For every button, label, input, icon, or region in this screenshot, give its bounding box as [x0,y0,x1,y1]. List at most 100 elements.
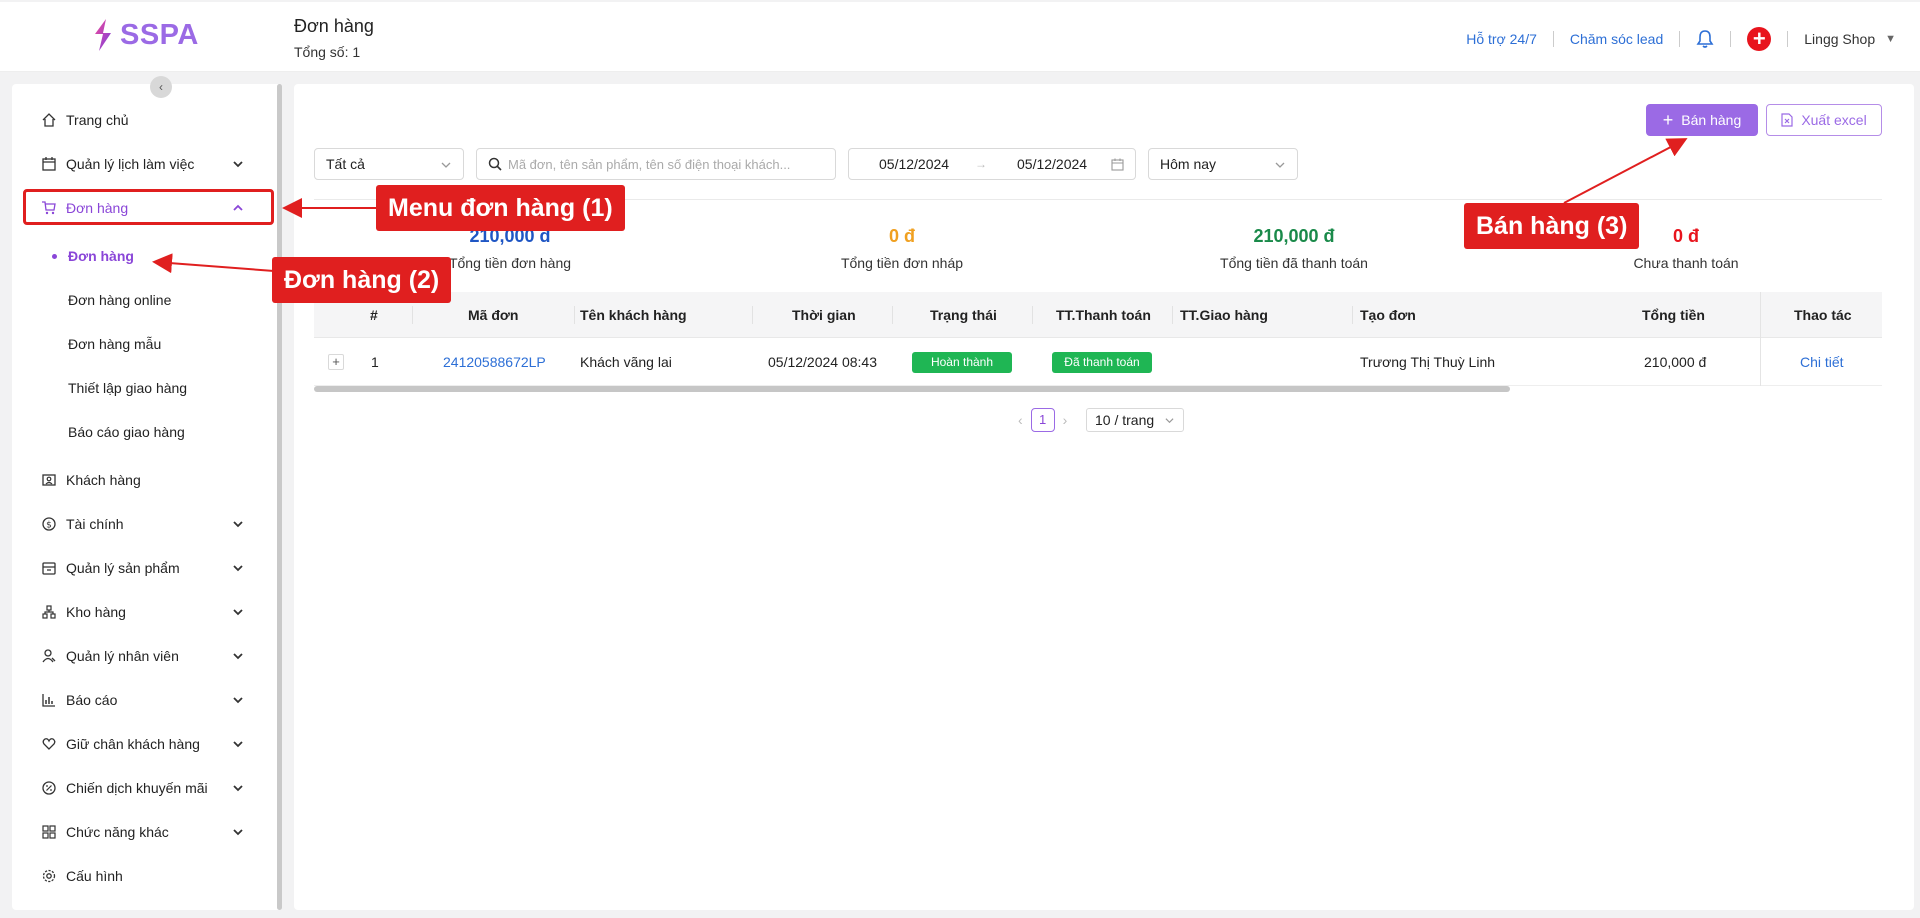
col-total: Tổng tiền [1642,307,1705,323]
sidebar-item-products[interactable]: Quản lý sản phẩm [24,550,264,586]
sub-item-online-orders[interactable]: Đơn hàng online [68,285,171,315]
table-horizontal-scrollbar[interactable] [314,386,1510,392]
sidebar-item-label: Chức năng khác [66,824,169,840]
calendar-icon [1111,158,1124,171]
sidebar-item-label: Quản lý nhân viên [66,648,179,664]
warehouse-icon [42,605,56,619]
export-button-label: Xuất excel [1801,112,1867,128]
top-bar: SSPA Đơn hàng Tổng số: 1 Hỗ trợ 24/7 Chă… [0,2,1920,72]
order-time: 05/12/2024 08:43 [768,354,877,370]
order-total: 210,000 đ [1644,354,1707,370]
stat-paid-total: 210,000 đ Tổng tiền đã thanh toán [1104,226,1484,271]
sidebar-item-finance[interactable]: $ Tài chính [24,506,264,542]
divider [1787,31,1789,47]
quick-add-button[interactable]: + [1747,27,1772,51]
sidebar-item-promotions[interactable]: Chiến dịch khuyến mãi [24,770,264,806]
stat-label: Tổng tiền đã thanh toán [1220,255,1368,271]
date-from[interactable]: 05/12/2024 [879,156,949,172]
sidebar-item-home[interactable]: Trang chủ [24,102,264,138]
sub-item-label: Báo cáo giao hàng [68,424,185,440]
dollar-circle-icon: $ [42,517,56,531]
sidebar-item-retention[interactable]: Giữ chân khách hàng [24,726,264,762]
date-range-picker[interactable]: 05/12/2024 → 05/12/2024 [848,148,1136,180]
active-dot [52,254,57,259]
page-size-select[interactable]: 10 / trang [1086,408,1184,432]
order-id-link[interactable]: 24120588672LP [443,338,546,386]
col-creator: Tạo đơn [1360,307,1416,323]
page-subtitle: Tổng số: 1 [294,44,361,60]
chevron-down-icon [441,162,451,168]
sidebar-item-label: Báo cáo [66,692,118,708]
chevron-down-icon [233,785,243,792]
support-link[interactable]: Hỗ trợ 24/7 [1466,31,1537,47]
col-customer: Tên khách hàng [580,307,687,323]
sidebar-item-other[interactable]: Chức năng khác [24,814,264,850]
export-excel-button[interactable]: Xuất excel [1766,104,1882,136]
col-divider [574,306,575,324]
date-range-arrow: → [975,157,987,171]
brand-logo[interactable]: SSPA [92,18,199,52]
annotation-menu: Menu đơn hàng (1) [376,185,625,231]
lead-care-link[interactable]: Chăm sóc lead [1570,31,1663,47]
date-to[interactable]: 05/12/2024 [1017,156,1087,172]
sub-item-template-orders[interactable]: Đơn hàng mẫu [68,329,161,359]
calendar-icon [42,157,56,171]
chevron-down-icon [233,161,243,168]
sidebar-item-customers[interactable]: Khách hàng [24,462,264,498]
chevron-down-icon [233,829,243,836]
date-preset-select[interactable]: Hôm nay [1148,148,1298,180]
chevron-down-icon [233,741,243,748]
expand-row-button[interactable]: + [328,354,344,370]
sidebar-item-label: Quản lý sản phẩm [66,560,180,576]
sub-item-shipping-setup[interactable]: Thiết lập giao hàng [68,373,187,403]
table-header: # Mã đơn Tên khách hàng Thời gian Trạng … [314,292,1882,338]
chart-icon [42,693,56,707]
col-divider [1172,306,1173,324]
next-page-icon[interactable]: › [1063,412,1068,428]
sidebar-item-schedule[interactable]: Quản lý lịch làm việc [24,146,264,182]
sidebar-item-label: Kho hàng [66,604,126,620]
collapse-sidebar-button[interactable]: ‹ [150,76,172,98]
sub-item-label: Thiết lập giao hàng [68,380,188,396]
sidebar-item-label: Trang chủ [66,112,129,128]
chevron-down-icon [233,565,243,572]
stat-draft-total: 0 đ Tổng tiền đơn nháp [712,226,1092,271]
box-icon [42,561,56,575]
bell-icon[interactable] [1696,29,1714,49]
col-actions: Thao tác [1794,307,1852,323]
search-input[interactable]: Mã đơn, tên sản phẩm, tên số điện thoại … [476,148,836,180]
sidebar-item-label: Giữ chân khách hàng [66,736,200,752]
sub-item-shipping-report[interactable]: Báo cáo giao hàng [68,417,185,447]
sidebar-item-settings[interactable]: Cấu hình [24,858,264,894]
prev-page-icon[interactable]: ‹ [1018,412,1023,428]
payment-badge: Đã thanh toán [1052,352,1152,373]
shop-selector[interactable]: Lingg Shop [1804,31,1875,47]
sidebar-item-reports[interactable]: Báo cáo [24,682,264,718]
brand-name: SSPA [120,18,199,51]
sub-item-orders[interactable]: Đơn hàng [52,241,134,271]
sidebar-item-label: Tài chính [66,516,124,532]
sell-button-label: Bán hàng [1681,112,1742,128]
search-icon [488,157,502,171]
sidebar-item-warehouse[interactable]: Kho hàng [24,594,264,630]
col-status: Trạng thái [930,307,997,323]
sidebar-scrollbar[interactable] [277,84,282,910]
pagination: ‹ 1 › [1018,408,1067,432]
svg-text:$: $ [46,521,52,531]
col-order-id: Mã đơn [468,307,519,323]
chevron-down-icon[interactable]: ▼ [1885,33,1896,45]
col-payment-status: TT.Thanh toán [1056,307,1151,323]
sidebar-item-staff[interactable]: Quản lý nhân viên [24,638,264,674]
col-divider [892,306,893,324]
detail-link[interactable]: Chi tiết [1800,338,1844,386]
sidebar-item-label: Cấu hình [66,868,123,884]
chevron-down-icon [233,653,243,660]
sidebar-item-label: Khách hàng [66,472,141,488]
gear-icon [42,869,56,883]
sell-button[interactable]: + Bán hàng [1646,104,1758,136]
divider [1552,31,1554,47]
col-divider [1032,306,1033,324]
col-time: Thời gian [792,307,856,323]
page-number[interactable]: 1 [1030,408,1055,432]
status-select[interactable]: Tất cả [314,148,464,180]
